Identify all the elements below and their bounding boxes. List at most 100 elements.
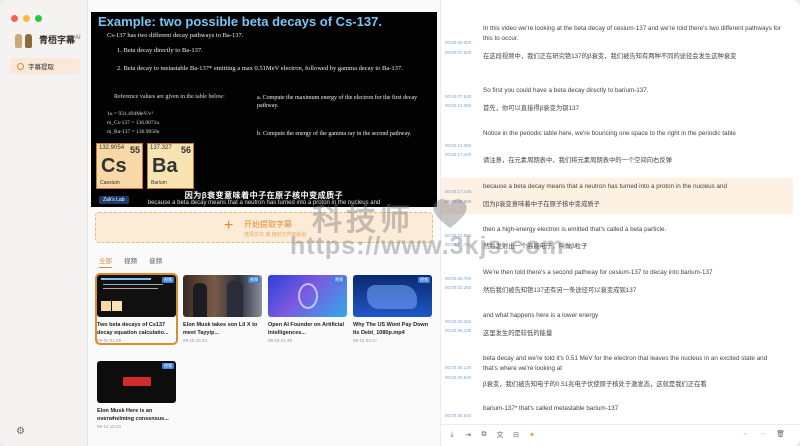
upload-hint: 选择文件 或 拖动文件到此处 (244, 232, 307, 238)
app-logo (14, 30, 34, 48)
slide-values: 1u = 931.494MeV/c² m_Cs-137 = 136.9071u … (107, 110, 159, 137)
value-line: m_Cs-137 = 136.9071u (107, 120, 160, 126)
sidebar-item-subtitle-extract[interactable]: 字幕提取 (10, 58, 80, 74)
transcript-row[interactable]: 00:00:07,620 00:00:12,360 So first you c… (441, 86, 793, 116)
sidebar-item-label: 字幕提取 (28, 64, 54, 71)
transcript-en: We're then told there's a second pathway… (483, 269, 713, 276)
transcript-row[interactable]: 00:00:00,000 00:00:07,620 In this video … (441, 24, 793, 68)
timestamp-start: 00:00:32,260 (445, 319, 472, 324)
timestamp-start: 00:00:07,620 (445, 94, 472, 99)
transcript-en: beta decay and we're told it's 0.51 MeV … (483, 355, 768, 372)
timestamp-start: 00:00:22,860 (445, 233, 472, 238)
plus-icon: + (224, 217, 234, 234)
transcript-zh: 然后我们被告知铯137还有另一条途径可以衰变成钡137 (483, 287, 637, 294)
prev-icon[interactable]: ← (742, 430, 749, 438)
media-title: Open AI Founder on Artificial Intelligen… (268, 322, 344, 336)
tab-all[interactable]: 全部 (99, 255, 112, 268)
transcript-en: then a high-energy electron is emitted t… (483, 226, 667, 233)
gear-icon[interactable]: ⚙ (16, 426, 25, 437)
slide-item-1: 1. Beta decay directly to Ba-137. (117, 47, 203, 54)
question-a: a. Compute the maximum energy of the ele… (257, 95, 418, 109)
close-dot[interactable] (11, 15, 18, 22)
element-ba: 137.327 56 Ba Barium (147, 143, 194, 189)
transcript-zh: 在这段视频中，我们正在研究铯137的β衰变，我们被告知有两种不同的途径会发生这种… (483, 53, 737, 60)
timestamp-start: 00:00:00,000 (445, 40, 472, 45)
timestamp-start: 00:00:12,360 (445, 143, 472, 148)
value-line: 1u = 931.494MeV/c² (107, 111, 154, 117)
transcript-row[interactable]: 00:00:32,260 00:00:35,130 and what happe… (441, 311, 793, 341)
translate-icon[interactable]: 文 (495, 430, 505, 440)
media-type-badge: 视频 (162, 277, 174, 283)
star-icon[interactable]: ✦ (527, 430, 537, 440)
download-icon[interactable]: ⤓ (447, 430, 457, 440)
slide-title: Example: two possible beta decays of Cs-… (98, 14, 382, 29)
media-card[interactable]: 视频 Elon Musk takes son Lil X to meet Tay… (183, 275, 262, 343)
media-thumbnail: 视频 (268, 275, 347, 317)
export-icon[interactable]: ⇥ (463, 430, 473, 440)
timestamp-end: 00:00:17,440 (445, 152, 472, 157)
media-date: 09-15 03:17 (353, 338, 378, 343)
transcript-en: So first you could have a beta decay dir… (483, 87, 649, 94)
timestamp-start: 00:00:17,440 (445, 189, 472, 194)
slide-reference: Reference values are given in the table … (114, 94, 225, 100)
timestamp-end: 00:00:32,260 (445, 285, 472, 290)
transcript-en: because a beta decay means that a neutro… (483, 183, 728, 190)
media-date: 09-20 01:26 (97, 338, 122, 343)
sidebar: 青梧字幕AI 字幕提取 ⚙ (0, 0, 88, 446)
media-thumbnail: 视频 (97, 361, 176, 403)
media-title: Two beta decays of Cs137 decay equation … (97, 322, 169, 336)
media-thumbnail: 视频 (183, 275, 262, 317)
timestamp-end: 00:00:40,640 (445, 375, 472, 380)
app-name: 青梧字幕AI (39, 34, 81, 45)
trash-icon[interactable]: 🗑 (776, 430, 785, 438)
transcript-zh: 然后发射出一个高能电子，叫做β粒子 (483, 243, 588, 250)
video-player[interactable]: Example: two possible beta decays of Cs-… (91, 12, 437, 207)
split-icon[interactable]: ⊟ (511, 430, 521, 440)
media-title: Elon Musk Here is an overwhelming consen… (97, 408, 169, 422)
media-thumbnail: 视频 (353, 275, 432, 317)
transcript-row[interactable]: 00:00:22,860 00:00:26,760 then a high-en… (441, 225, 793, 255)
app-brand: 青梧字幕AI (14, 30, 81, 48)
subtitle-en: because a beta decay means that a neutro… (147, 200, 381, 206)
transcript-row[interactable]: 00:00:12,360 00:00:17,440 Notice in the … (441, 129, 793, 171)
transcript-en: Notice in the periodic table here, we're… (483, 130, 736, 137)
media-filter-tabs: 全部 视频 音频 (99, 255, 162, 268)
app-window: 青梧字幕AI 字幕提取 ⚙ Example: two possible beta… (0, 0, 800, 446)
slide-intro: Cs-137 has two different decay pathways … (107, 32, 244, 39)
tab-audio[interactable]: 音频 (149, 255, 162, 268)
media-card[interactable]: 视频 Two beta decays of Cs137 decay equati… (95, 273, 178, 345)
media-date: 09-18 15:34 (183, 338, 208, 343)
transcript-row[interactable]: 00:00:35,130 00:00:40,640 beta decay and… (441, 354, 793, 396)
transcript-zh: 因为β衰变意味着中子在原子核中变成质子 (483, 201, 600, 208)
main-panel: Example: two possible beta decays of Cs-… (88, 0, 440, 446)
media-card[interactable]: 视频 Why The US Wont Pay Down Its Debt_108… (353, 275, 432, 343)
timestamp-end: 00:00:12,360 (445, 103, 472, 108)
maximize-dot[interactable] (35, 15, 42, 22)
timestamp-start: 00:00:40,640 (445, 413, 472, 418)
element-cs: 132.9054 55 Cs Caesium (96, 143, 143, 189)
transcript-zh: 请注意，在元素周期表中，我们将元素周期表中的一个空间向右反弹 (483, 157, 672, 164)
upload-dropzone[interactable]: + 开始提取字幕 选择文件 或 拖动文件到此处 (95, 212, 433, 243)
transcript-zh: 这里发生的是较低的能量 (483, 330, 553, 337)
media-card[interactable]: 视频 Elon Musk Here is an overwhelming con… (97, 361, 176, 429)
transcript-toolbar: ⤓ ⇥ ⧉ 文 ⊟ ✦ ← → 🗑 (441, 424, 800, 446)
tab-video[interactable]: 视频 (124, 255, 137, 268)
minimize-dot[interactable] (23, 15, 30, 22)
copy-icon[interactable]: ⧉ (479, 430, 489, 440)
transcript-row[interactable]: 00:00:40,640 barium-137* that's called m… (441, 404, 793, 420)
transcript-row-active[interactable]: 00:00:17,440 00:00:22,860 because a beta… (441, 178, 793, 214)
timestamp-start: 00:00:35,130 (445, 365, 472, 370)
slide-item-2: 2. Beta decay to metastable Ba-137* emit… (117, 65, 403, 72)
media-title: Why The US Wont Pay Down Its Debt_1080p.… (353, 322, 429, 336)
next-icon[interactable]: → (759, 430, 766, 438)
media-type-badge: 视频 (248, 277, 260, 283)
timestamp-end: 00:00:22,860 (445, 199, 472, 204)
media-title: Elon Musk takes son Lil X to meet Tayyip… (183, 322, 258, 336)
media-card[interactable]: 视频 Open AI Founder on Artificial Intelli… (268, 275, 347, 343)
timestamp-end: 00:00:26,760 (445, 242, 472, 247)
periodic-table-snippet: 132.9054 55 Cs Caesium 137.327 56 Ba Bar… (96, 143, 196, 189)
upload-title: 开始提取字幕 (244, 220, 292, 229)
value-line: m_Ba-137 = 136.9058u (107, 129, 160, 135)
media-type-badge: 视频 (333, 277, 345, 283)
transcript-row[interactable]: 00:00:26,760 00:00:32,260 We're then tol… (441, 268, 793, 298)
